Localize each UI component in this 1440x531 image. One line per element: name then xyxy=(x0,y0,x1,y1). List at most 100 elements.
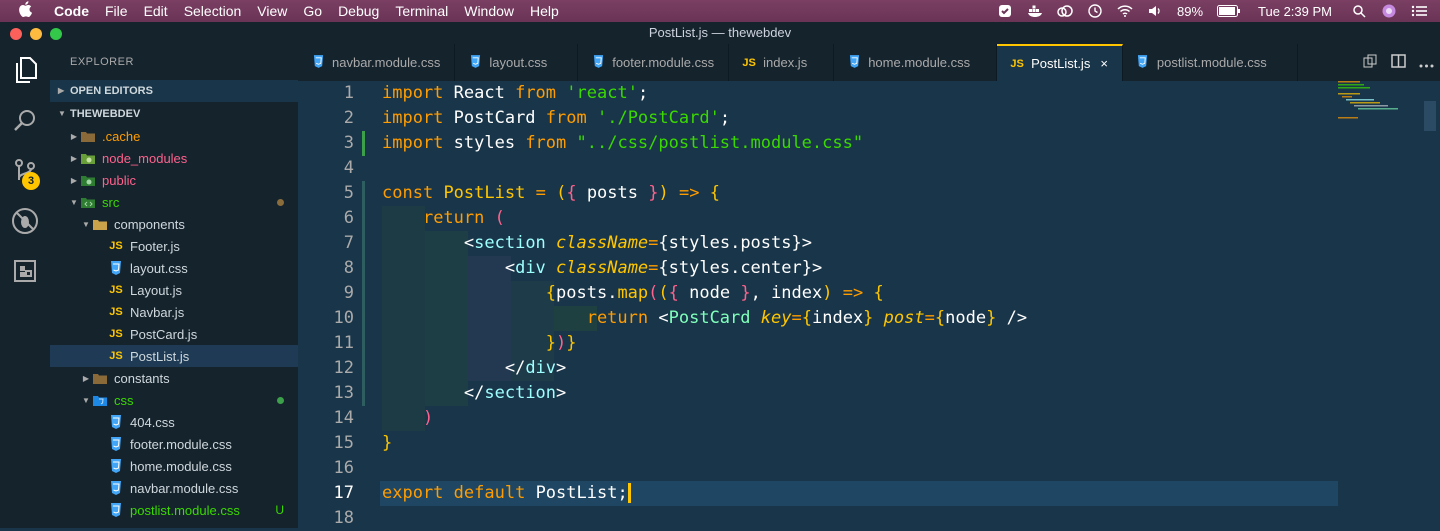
window-titlebar: PostList.js — thewebdev xyxy=(0,22,1440,44)
time-machine-icon[interactable] xyxy=(1086,4,1104,18)
tree-item-layout-css[interactable]: layout.css xyxy=(50,257,298,279)
menu-view[interactable]: View xyxy=(249,3,295,19)
tree-item-components[interactable]: ▼ components xyxy=(50,213,298,235)
menu-app-name[interactable]: Code xyxy=(50,3,97,19)
menu-debug[interactable]: Debug xyxy=(330,3,387,19)
code-text: } xyxy=(382,433,393,453)
tab-navbar-module-css[interactable]: navbar.module.css xyxy=(298,44,456,81)
open-changes-icon[interactable] xyxy=(1359,54,1381,72)
wifi-icon[interactable] xyxy=(1116,4,1134,18)
menu-selection[interactable]: Selection xyxy=(176,3,250,19)
js-file-icon: JS xyxy=(109,284,123,296)
tree-item-constants[interactable]: ▶ constants xyxy=(50,367,298,389)
editor-scrollbar[interactable] xyxy=(1424,101,1436,131)
tree-item-public[interactable]: ▶ public xyxy=(50,169,298,191)
minimize-window-button[interactable] xyxy=(30,28,42,40)
apple-icon[interactable] xyxy=(18,1,40,21)
code-text: return <PostCard key={index} post={node}… xyxy=(586,308,1028,328)
spotlight-search-icon[interactable] xyxy=(1350,4,1368,18)
css-file-icon xyxy=(467,54,483,71)
extensions-activity[interactable] xyxy=(0,246,50,296)
tab-postlist-js[interactable]: JS PostList.js × xyxy=(997,44,1123,81)
tree-item-navbar-js[interactable]: JS Navbar.js xyxy=(50,301,298,323)
zoom-window-button[interactable] xyxy=(50,28,62,40)
tree-item-label: PostCard.js xyxy=(130,326,198,342)
code-text: return ( xyxy=(422,208,505,228)
tab-layout-css[interactable]: layout.css xyxy=(455,44,579,81)
tab-home-module-css[interactable]: home.module.css xyxy=(834,44,998,81)
battery-icon[interactable] xyxy=(1216,4,1242,18)
close-window-button[interactable] xyxy=(10,28,22,40)
open-editors-label: OPEN EDITORS xyxy=(70,85,153,97)
search-activity[interactable] xyxy=(0,96,50,146)
close-icon[interactable]: × xyxy=(1100,56,1108,71)
creative-cloud-icon[interactable] xyxy=(1056,4,1074,18)
menu-window[interactable]: Window xyxy=(456,3,522,19)
tree-item-css[interactable]: ▼ css xyxy=(50,389,298,411)
line-number: 15 xyxy=(333,433,354,453)
code-text: <div className={styles.center}> xyxy=(504,258,823,278)
tree-item-404-css[interactable]: 404.css xyxy=(50,411,298,433)
line-number: 11 xyxy=(333,333,354,353)
code-text: {posts.map(({ node }, index) => { xyxy=(545,283,884,303)
editor-actions xyxy=(1348,44,1440,81)
tree-item-postlist-module-css[interactable]: postlist.module.css U xyxy=(50,499,298,521)
menu-edit[interactable]: Edit xyxy=(136,3,176,19)
tree-item-layout-js[interactable]: JS Layout.js xyxy=(50,279,298,301)
menu-help[interactable]: Help xyxy=(522,3,567,19)
tab-footer-module-css[interactable]: footer.module.css xyxy=(578,44,730,81)
tree-item-home-module-css[interactable]: home.module.css xyxy=(50,455,298,477)
line-number: 7 xyxy=(343,233,354,253)
docker-icon[interactable] xyxy=(1026,4,1044,18)
line-number: 18 xyxy=(333,508,354,528)
tree-item-label: layout.css xyxy=(130,260,188,276)
tree-item-src[interactable]: ▼ src xyxy=(50,191,298,213)
line-number: 14 xyxy=(333,408,354,428)
menu-go[interactable]: Go xyxy=(295,3,330,19)
split-editor-icon[interactable] xyxy=(1387,54,1409,71)
siri-icon[interactable] xyxy=(1380,4,1398,18)
macos-menubar: Code File Edit Selection View Go Debug T… xyxy=(0,0,1440,22)
workspace-section[interactable]: ▼ THEWEBDEV xyxy=(50,103,298,125)
menubar-clock[interactable]: Tue 2:39 PM xyxy=(1258,4,1332,19)
tree-item-footer-module-css[interactable]: footer.module.css xyxy=(50,433,298,455)
code-editor[interactable]: 1 import React from 'react'; 2 import Po… xyxy=(298,81,1440,528)
debug-activity[interactable] xyxy=(0,196,50,246)
tree-item-label: Footer.js xyxy=(130,238,180,254)
code-line: 2 import PostCard from './PostCard'; xyxy=(298,106,1338,131)
search-icon xyxy=(14,110,35,131)
tree-item-postlist-js[interactable]: JS PostList.js xyxy=(50,345,298,367)
tree-item-postcard-js[interactable]: JS PostCard.js xyxy=(50,323,298,345)
tab-label: postlist.module.css xyxy=(1156,55,1267,70)
tree-item-footer-js[interactable]: JS Footer.js xyxy=(50,235,298,257)
tab-postlist-module-css[interactable]: postlist.module.css xyxy=(1123,44,1298,81)
notification-center-icon[interactable] xyxy=(1410,4,1428,18)
menu-file[interactable]: File xyxy=(97,3,136,19)
extensions-icon xyxy=(14,260,36,282)
css-file-icon xyxy=(108,503,124,517)
tree-item-node-modules[interactable]: ▶ node_modules xyxy=(50,147,298,169)
menu-terminal[interactable]: Terminal xyxy=(387,3,456,19)
open-editors-section[interactable]: ▶ OPEN EDITORS xyxy=(50,80,298,102)
explorer-activity[interactable] xyxy=(0,44,50,96)
volume-icon[interactable] xyxy=(1146,4,1164,18)
more-actions-icon[interactable] xyxy=(1415,55,1437,71)
line-number: 10 xyxy=(333,308,354,328)
js-file-icon: JS xyxy=(1010,57,1024,70)
minimap[interactable] xyxy=(1338,81,1408,121)
checkmark-app-icon[interactable] xyxy=(996,4,1014,18)
code-text: </div> xyxy=(504,358,567,378)
tab-index-js[interactable]: JS index.js xyxy=(729,44,835,81)
code-line: 15 } xyxy=(298,431,1338,456)
code-text: })} xyxy=(545,333,577,353)
source-control-activity[interactable]: 3 xyxy=(0,146,50,196)
chevron-down-icon: ▼ xyxy=(58,109,66,118)
tree-item-navbar-module-css[interactable]: navbar.module.css xyxy=(50,477,298,499)
tab-label: navbar.module.css xyxy=(332,55,441,70)
tree-item-label: PostList.js xyxy=(130,348,190,364)
code-text: import PostCard from './PostCard'; xyxy=(382,108,731,128)
code-line: 10 return <PostCard key={index} post={no… xyxy=(298,306,1338,331)
explorer-title: EXPLORER xyxy=(70,56,134,68)
line-number: 16 xyxy=(333,458,354,478)
tree-item-cache[interactable]: ▶ .cache xyxy=(50,125,298,147)
